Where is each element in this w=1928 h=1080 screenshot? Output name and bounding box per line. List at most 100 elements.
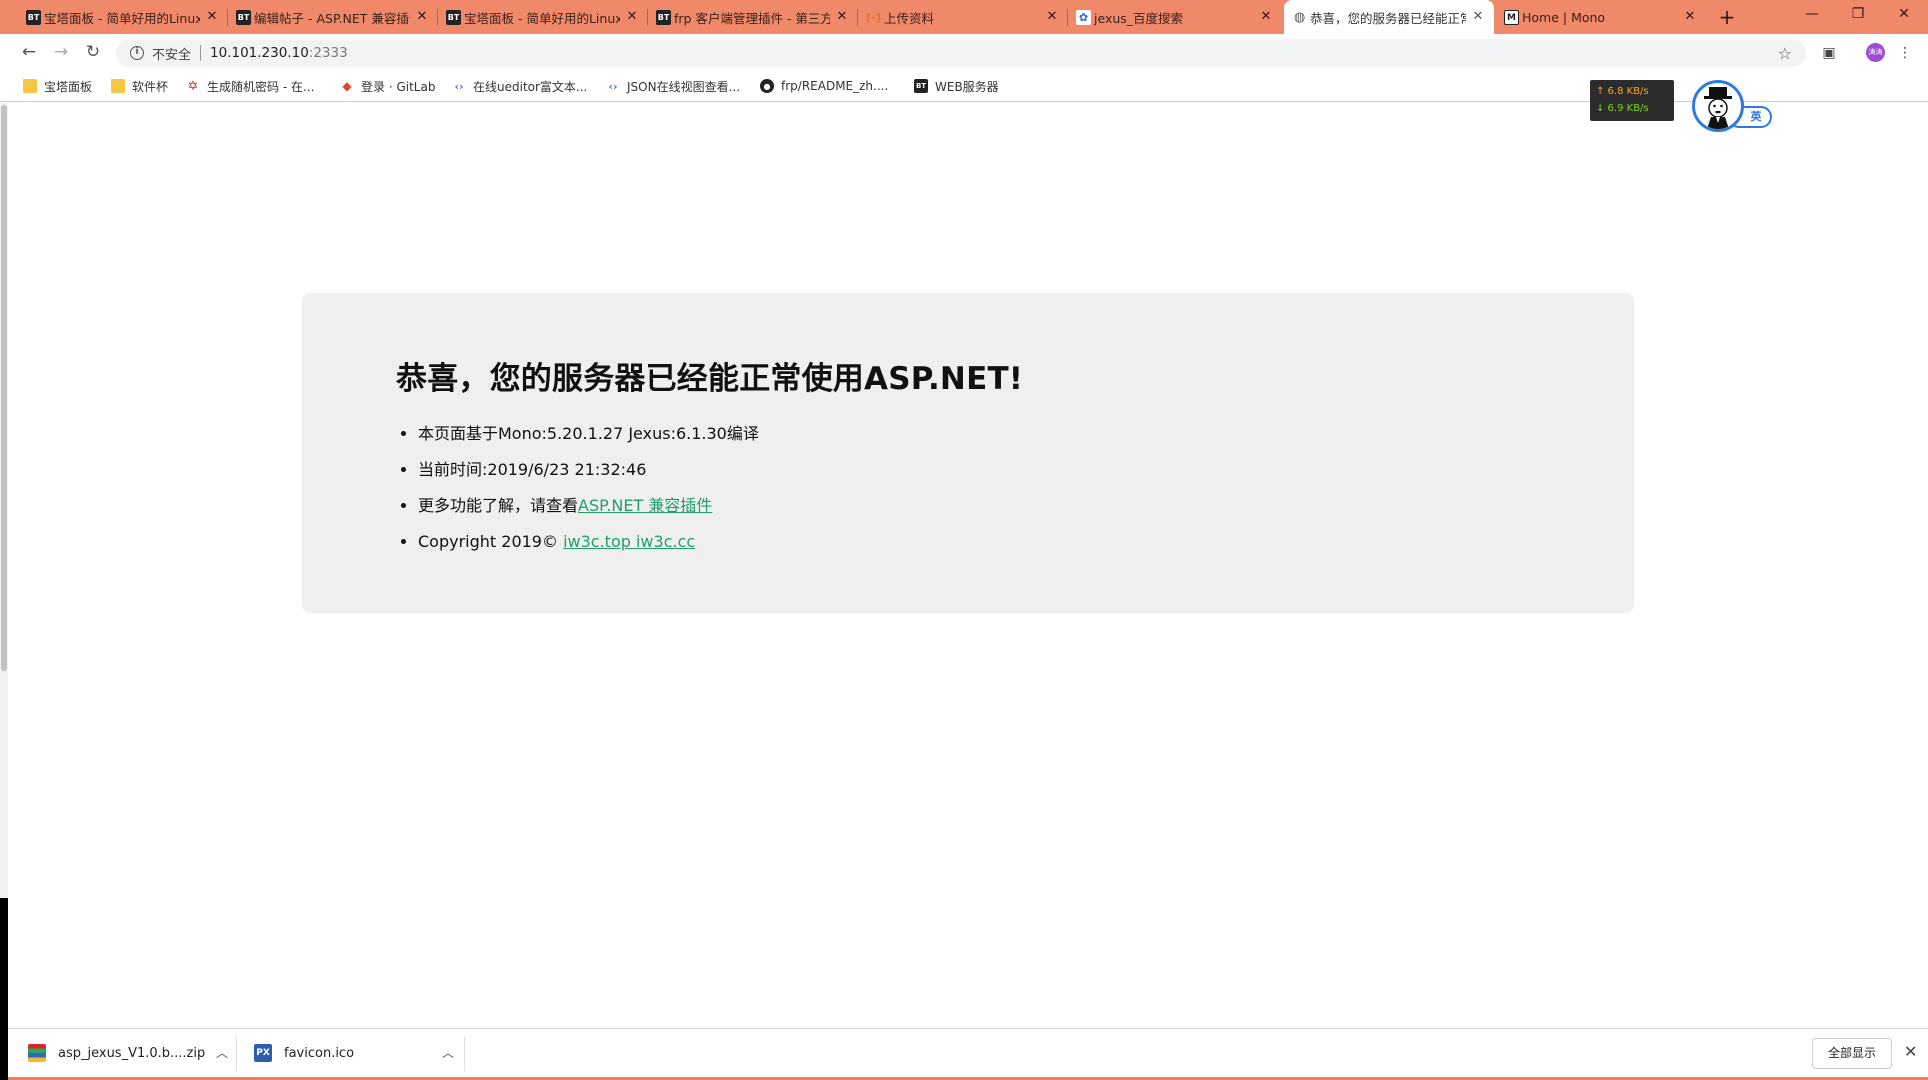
bookmark-web-server[interactable]: BT WEB服务器	[914, 77, 999, 95]
time-text: 当前时间:2019/6/23 21:32:46	[418, 460, 647, 479]
code-icon: ‹›	[454, 79, 464, 93]
tab-label: 宝塔面板 - 简单好用的Linux	[464, 10, 620, 26]
image-file-icon: PX	[254, 1044, 272, 1062]
forward-arrow-icon[interactable]: →	[48, 40, 74, 64]
copyright-prefix: Copyright 2019©	[418, 532, 564, 551]
bookmark-frp-readme[interactable]: ● frp/README_zh....	[760, 77, 888, 95]
bt-icon: BT	[236, 10, 251, 25]
tab-label: 恭喜，您的服务器已经能正常	[1310, 10, 1466, 26]
bookmark-label: 宝塔面板	[44, 79, 93, 94]
omnibox-divider	[200, 45, 202, 61]
upload-speed: ↑ 6.8 KB/s	[1596, 86, 1649, 97]
window-edge	[0, 898, 8, 1080]
close-downloads-icon[interactable]: ✕	[1904, 1042, 1917, 1061]
close-icon[interactable]: ✕	[1044, 9, 1060, 25]
content-card: 恭喜，您的服务器已经能正常使用ASP.NET! 本页面基于Mono:5.20.1…	[302, 293, 1634, 613]
tab-label: 编辑帖子 - ASP.NET 兼容插件	[254, 10, 410, 26]
url-host[interactable]: 10.101.230.10	[210, 45, 309, 61]
close-icon[interactable]: ✕	[1682, 9, 1698, 25]
site-link[interactable]: iw3c.top iw3c.cc	[563, 532, 695, 551]
plugin-link[interactable]: ASP.NET 兼容插件	[578, 496, 712, 515]
tab-frp[interactable]: BT frp 客户端管理插件 - 第三方 ✕	[648, 0, 858, 34]
tab-edit-post[interactable]: BT 编辑帖子 - ASP.NET 兼容插件 ✕	[228, 0, 438, 34]
url-port[interactable]: :2333	[309, 45, 348, 61]
chevron-up-icon[interactable]: ︿	[216, 1044, 228, 1061]
chevron-up-icon[interactable]: ︿	[442, 1044, 454, 1061]
tab-jexus-search[interactable]: ✿ jexus_百度搜索 ✕	[1068, 0, 1282, 34]
bookmark-label: 登录 · GitLab	[361, 79, 436, 94]
security-label[interactable]: 不安全	[152, 44, 191, 63]
show-all-downloads-button[interactable]: 全部显示	[1812, 1038, 1892, 1069]
network-speed-widget: ↑ 6.8 KB/s ↓ 6.9 KB/s	[1590, 80, 1674, 121]
download-filename: asp_jexus_V1.0.b....zip	[58, 1045, 206, 1061]
scrollbar-thumb[interactable]	[1, 105, 7, 671]
github-icon: ●	[760, 79, 774, 93]
bookmark-label: 生成随机密码 - 在...	[207, 79, 315, 94]
download-item-favicon[interactable]: PX favicon.ico ︿	[254, 1029, 466, 1077]
list-item-version: 本页面基于Mono:5.20.1.27 Jexus:6.1.30编译	[418, 416, 1634, 452]
download-separator	[464, 1037, 465, 1071]
download-item-zip[interactable]: asp_jexus_V1.0.b....zip ︿	[28, 1029, 228, 1077]
close-icon[interactable]: ✕	[1470, 9, 1486, 25]
list-item-time: 当前时间:2019/6/23 21:32:46	[418, 452, 1634, 488]
tab-strip: BT 宝塔面板 - 简单好用的Linux ✕ BT 编辑帖子 - ASP.NET…	[0, 0, 1928, 34]
bookmark-ueditor[interactable]: ‹› 在线ueditor富文本...	[452, 77, 587, 95]
reload-icon[interactable]: ↻	[80, 40, 106, 64]
bt-icon: BT	[914, 79, 928, 93]
vertical-scrollbar[interactable]	[0, 103, 8, 1029]
folder-icon	[111, 79, 125, 93]
tab-upload[interactable]: [-] 上传资料 ✕	[858, 0, 1068, 34]
bt-icon: BT	[446, 10, 461, 25]
bookmark-gitlab[interactable]: ◆ 登录 · GitLab	[340, 77, 435, 95]
version-text: 本页面基于Mono:5.20.1.27 Jexus:6.1.30编译	[418, 424, 759, 443]
bookmark-random-password[interactable]: ✡ 生成随机密码 - 在...	[186, 77, 315, 95]
tab-label: Home | Mono	[1522, 9, 1606, 25]
tab-label: jexus_百度搜索	[1094, 10, 1184, 26]
bookmark-folder-baota[interactable]: 宝塔面板	[23, 77, 92, 95]
tab-active-server[interactable]: ◍ 恭喜，您的服务器已经能正常 ✕	[1284, 0, 1494, 34]
list-item-more: 更多功能了解，请查看ASP.NET 兼容插件	[418, 488, 1634, 524]
download-separator	[236, 1037, 237, 1071]
close-icon[interactable]: ✕	[1258, 9, 1274, 25]
list-item-copyright: Copyright 2019© iw3c.top iw3c.cc	[418, 524, 1634, 560]
bookmark-json-viewer[interactable]: ‹› JSON在线视图查看...	[606, 77, 740, 95]
folder-icon	[23, 79, 37, 93]
profile-avatar[interactable]: 涛涛	[1866, 43, 1885, 62]
avatar[interactable]	[1692, 80, 1744, 132]
tab-baota-1[interactable]: BT 宝塔面板 - 简单好用的Linux ✕	[18, 0, 228, 34]
back-arrow-icon[interactable]: ←	[16, 40, 42, 64]
paw-icon: ✿	[1076, 10, 1091, 25]
tab-label: 宝塔面板 - 简单好用的Linux	[44, 10, 200, 26]
address-bar[interactable]: i 不安全 10.101.230.10:2333 ☆	[116, 39, 1806, 67]
menu-icon[interactable]: ⋮	[1894, 42, 1916, 64]
code-bracket-icon: [-]	[866, 11, 881, 24]
more-prefix: 更多功能了解，请查看	[418, 496, 579, 515]
page-title: 恭喜，您的服务器已经能正常使用ASP.NET!	[396, 361, 1024, 397]
new-tab-button[interactable]: +	[1716, 6, 1738, 28]
close-icon[interactable]: ✕	[624, 9, 640, 25]
archive-icon	[28, 1044, 46, 1062]
bookmark-label: 软件杯	[132, 79, 169, 94]
bookmark-label: 在线ueditor富文本...	[473, 79, 588, 94]
extension-icon[interactable]: ▣	[1818, 42, 1840, 64]
close-icon[interactable]: ✕	[414, 9, 430, 25]
close-icon[interactable]: ✕	[204, 9, 220, 25]
info-icon[interactable]: i	[130, 46, 144, 60]
chaplin-avatar-icon	[1704, 87, 1732, 129]
tab-mono-home[interactable]: M Home | Mono ✕	[1496, 0, 1706, 34]
gitlab-icon: ◆	[342, 79, 352, 93]
bookmark-star-icon[interactable]: ☆	[1778, 44, 1792, 63]
tab-baota-2[interactable]: BT 宝塔面板 - 简单好用的Linux ✕	[438, 0, 648, 34]
download-filename: favicon.ico	[284, 1045, 355, 1061]
download-speed: ↓ 6.9 KB/s	[1596, 103, 1649, 114]
bt-icon: BT	[26, 10, 41, 25]
info-list: 本页面基于Mono:5.20.1.27 Jexus:6.1.30编译 当前时间:…	[396, 416, 1634, 560]
browser-toolbar: ← → ↻ i 不安全 10.101.230.10:2333 ☆ ▣ 涛涛 ⋮	[0, 34, 1928, 70]
tab-label: frp 客户端管理插件 - 第三方	[674, 10, 830, 26]
mono-icon: M	[1504, 10, 1519, 25]
window-close-button[interactable]: ✕	[1876, 0, 1928, 30]
globe-icon: ◍	[1293, 10, 1306, 25]
bookmark-folder-software-cup[interactable]: 软件杯	[111, 77, 168, 95]
close-icon[interactable]: ✕	[834, 9, 850, 25]
floating-avatar-widget[interactable]: 英	[1692, 80, 1774, 132]
